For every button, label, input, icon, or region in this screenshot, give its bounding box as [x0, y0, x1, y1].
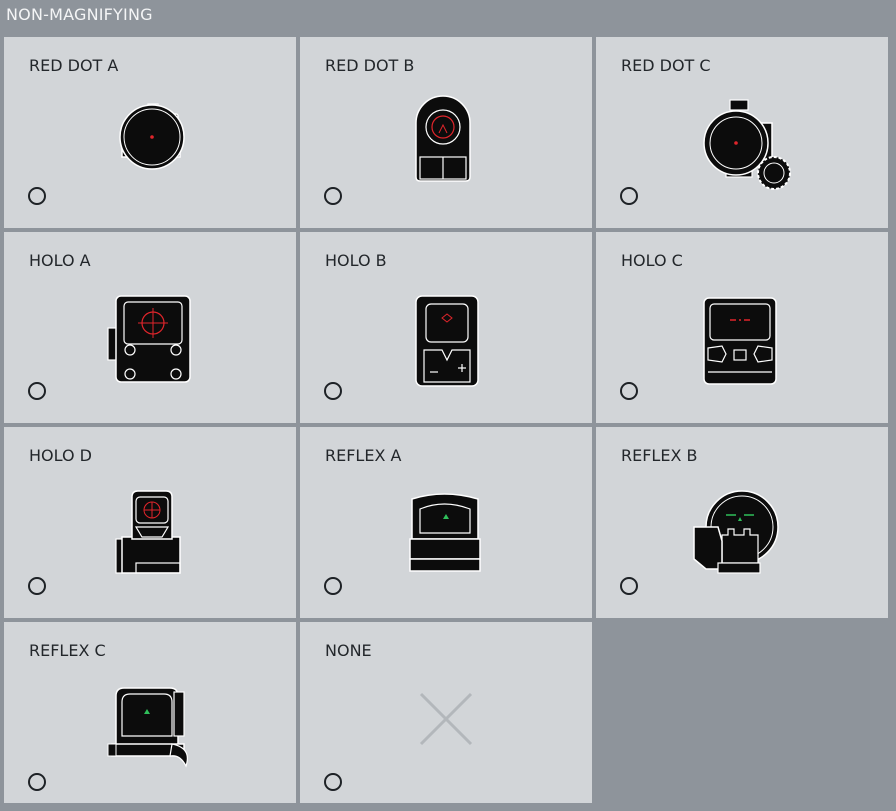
holo-a-icon	[100, 288, 200, 388]
select-radio[interactable]	[28, 577, 46, 595]
select-radio[interactable]	[324, 577, 342, 595]
select-radio[interactable]	[28, 187, 46, 205]
select-radio[interactable]	[324, 382, 342, 400]
sight-label: RED DOT C	[621, 56, 711, 75]
holo-c-icon	[692, 288, 792, 388]
sight-option-reflex-b[interactable]: REFLEX B	[596, 427, 888, 618]
select-radio[interactable]	[324, 773, 342, 791]
select-radio[interactable]	[28, 773, 46, 791]
select-radio[interactable]	[620, 187, 638, 205]
sight-grid: RED DOT A RED DOT B RED DOT C HOLO A HOL…	[4, 37, 888, 803]
holo-d-icon	[100, 483, 200, 583]
select-radio[interactable]	[620, 382, 638, 400]
reflex-c-icon	[100, 678, 200, 778]
holo-b-icon	[396, 288, 496, 388]
sight-label: REFLEX C	[29, 641, 106, 660]
sight-option-none[interactable]: NONE	[300, 622, 592, 803]
sight-label: RED DOT B	[325, 56, 415, 75]
sight-option-red-dot-a[interactable]: RED DOT A	[4, 37, 296, 228]
sight-label: NONE	[325, 641, 372, 660]
sight-option-holo-d[interactable]: HOLO D	[4, 427, 296, 618]
select-radio[interactable]	[28, 382, 46, 400]
select-radio[interactable]	[620, 577, 638, 595]
sight-label: REFLEX B	[621, 446, 698, 465]
sight-label: RED DOT A	[29, 56, 119, 75]
red-dot-a-icon	[100, 93, 200, 193]
section-title: NON-MAGNIFYING	[6, 5, 153, 24]
sight-label: REFLEX A	[325, 446, 402, 465]
select-radio[interactable]	[324, 187, 342, 205]
sight-option-reflex-a[interactable]: REFLEX A	[300, 427, 592, 618]
sight-option-holo-b[interactable]: HOLO B	[300, 232, 592, 423]
sight-label: HOLO D	[29, 446, 92, 465]
reflex-a-icon	[396, 483, 496, 583]
sight-option-reflex-c[interactable]: REFLEX C	[4, 622, 296, 803]
reflex-b-icon	[692, 483, 792, 583]
none-x-icon	[396, 678, 496, 778]
red-dot-c-icon	[692, 93, 792, 193]
sight-option-red-dot-b[interactable]: RED DOT B	[300, 37, 592, 228]
sight-option-red-dot-c[interactable]: RED DOT C	[596, 37, 888, 228]
sight-label: HOLO C	[621, 251, 683, 270]
sight-option-holo-a[interactable]: HOLO A	[4, 232, 296, 423]
sight-label: HOLO B	[325, 251, 387, 270]
sight-label: HOLO A	[29, 251, 91, 270]
sight-option-holo-c[interactable]: HOLO C	[596, 232, 888, 423]
red-dot-b-icon	[396, 93, 496, 193]
